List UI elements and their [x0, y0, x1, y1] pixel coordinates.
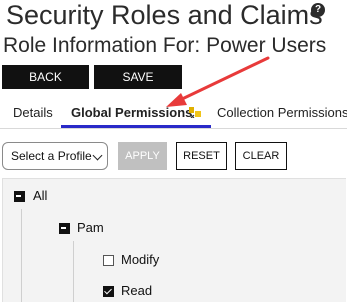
tree-checkbox-modify[interactable] — [103, 255, 114, 266]
tree-connector — [21, 209, 22, 302]
tree-checkbox-all[interactable] — [14, 191, 25, 202]
save-button[interactable]: SAVE — [94, 65, 182, 89]
permissions-tree: All Pam Modify Read — [2, 178, 346, 302]
clear-button[interactable]: CLEAR — [235, 142, 287, 170]
permission-key-icon — [189, 107, 201, 118]
help-icon[interactable]: ? — [311, 3, 325, 17]
apply-button[interactable]: APPLY — [118, 142, 167, 170]
tab-details[interactable]: Details — [13, 105, 53, 120]
tree-node-read[interactable]: Read — [121, 283, 152, 298]
profile-select[interactable]: Select a Profile — [2, 142, 108, 170]
tree-node-all[interactable]: All — [33, 188, 47, 203]
tree-checkbox-read[interactable] — [103, 286, 114, 297]
page-subtitle: Role Information For: Power Users — [3, 34, 327, 57]
chevron-down-icon — [92, 150, 103, 161]
back-button[interactable]: BACK — [2, 65, 89, 89]
tree-node-modify[interactable]: Modify — [121, 252, 159, 267]
tab-global-permissions[interactable]: Global Permissions — [71, 105, 192, 120]
page-title: Security Roles and Claims — [6, 0, 323, 30]
profile-select-value: Select a Profile — [11, 149, 92, 163]
tab-collection-permissions[interactable]: Collection Permissions — [217, 105, 347, 120]
reset-button[interactable]: RESET — [176, 142, 227, 170]
tree-connector — [73, 241, 74, 302]
tree-node-pam[interactable]: Pam — [77, 220, 104, 235]
tree-checkbox-pam[interactable] — [59, 223, 70, 234]
tab-divider — [0, 128, 347, 129]
